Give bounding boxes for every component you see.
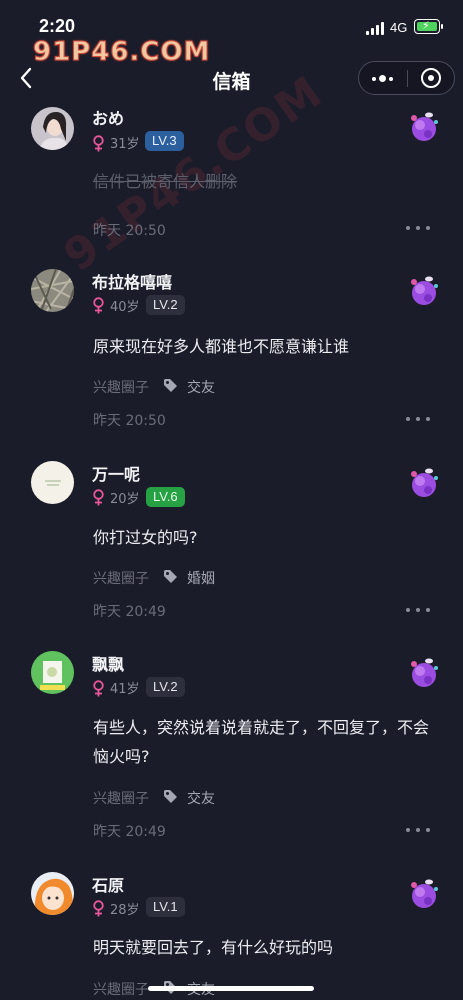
tag-label[interactable]: 交友 <box>187 377 215 397</box>
tag-icon <box>163 569 178 584</box>
username: 万一呢 <box>92 465 141 484</box>
planet-sticker-icon[interactable] <box>405 465 441 501</box>
avatar[interactable] <box>31 651 74 694</box>
mini-program-capsule <box>358 61 455 95</box>
home-indicator <box>148 986 314 991</box>
close-mini-program-icon[interactable] <box>408 62 454 94</box>
avatar[interactable] <box>31 269 74 312</box>
username: おめ <box>92 109 125 128</box>
username: 布拉格嘻嘻 <box>92 273 173 292</box>
age: 20岁 <box>110 492 140 507</box>
level-badge: LV.3 <box>145 131 184 151</box>
circle-label[interactable]: 兴趣圈子 <box>93 979 149 999</box>
more-icon[interactable] <box>406 415 432 425</box>
age: 40岁 <box>110 300 140 315</box>
letter-item[interactable]: 布拉格嘻嘻 40岁 LV.2 原来现在好多人都谁也不愿意谦让谁 兴趣圈子 交友 … <box>0 258 463 438</box>
message-text: 信件已被寄信人删除 <box>93 172 238 191</box>
planet-sticker-icon[interactable] <box>405 273 441 309</box>
planet-sticker-icon[interactable] <box>405 876 441 912</box>
avatar[interactable] <box>31 107 74 150</box>
tag-label[interactable]: 婚姻 <box>187 568 215 588</box>
female-icon <box>92 680 105 697</box>
level-badge: LV.2 <box>146 295 185 315</box>
timestamp: 昨天 20:49 <box>93 824 166 840</box>
message-text: 明天就要回去了，有什么好玩的吗 <box>93 938 334 957</box>
nav-bar: 信箱 <box>0 56 463 100</box>
letter-item[interactable]: おめ 31岁 LV.3 信件已被寄信人删除 昨天 20:50 <box>0 100 463 250</box>
message-text: 有些人，突然说着说着就走了，不回复了，不会恼火吗? <box>93 718 430 766</box>
level-badge: LV.6 <box>146 487 185 507</box>
circle-label[interactable]: 兴趣圈子 <box>93 568 149 588</box>
signal-icon <box>366 22 385 35</box>
female-icon <box>92 900 105 917</box>
more-icon[interactable] <box>406 826 432 836</box>
letter-item[interactable]: 飘飘 41岁 LV.2 有些人，突然说着说着就走了，不回复了，不会恼火吗? 兴趣… <box>0 641 463 851</box>
level-badge: LV.2 <box>146 677 185 697</box>
circle-label[interactable]: 兴趣圈子 <box>93 788 149 808</box>
more-options-icon[interactable] <box>359 62 407 94</box>
message-text: 原来现在好多人都谁也不愿意谦让谁 <box>93 337 350 356</box>
timestamp: 昨天 20:50 <box>93 413 166 429</box>
avatar[interactable] <box>31 872 74 915</box>
more-icon[interactable] <box>406 224 432 234</box>
planet-sticker-icon[interactable] <box>405 109 441 145</box>
tag-icon <box>163 378 178 393</box>
message-text: 你打过女的吗? <box>93 528 198 547</box>
female-icon <box>92 297 105 314</box>
tag-icon <box>163 789 178 804</box>
battery-icon: ⚡ <box>414 19 443 34</box>
circle-label[interactable]: 兴趣圈子 <box>93 377 149 397</box>
avatar[interactable] <box>31 461 74 504</box>
username: 石原 <box>92 876 125 895</box>
timestamp: 昨天 20:50 <box>93 223 166 239</box>
age: 28岁 <box>110 903 140 918</box>
female-icon <box>92 135 105 152</box>
female-icon <box>92 489 105 506</box>
letter-item[interactable]: 石原 28岁 LV.1 明天就要回去了，有什么好玩的吗 兴趣圈子 交友 <box>0 862 463 1000</box>
tag-label[interactable]: 交友 <box>187 788 215 808</box>
more-icon[interactable] <box>406 606 432 616</box>
status-time: 2:20 <box>39 16 76 36</box>
network-label: 4G <box>390 20 408 35</box>
planet-sticker-icon[interactable] <box>405 655 441 691</box>
letter-item[interactable]: 万一呢 20岁 LV.6 你打过女的吗? 兴趣圈子 婚姻 昨天 20:49 <box>0 450 463 630</box>
age: 41岁 <box>110 682 140 697</box>
timestamp: 昨天 20:49 <box>93 604 166 620</box>
username: 飘飘 <box>92 655 125 674</box>
level-badge: LV.1 <box>146 897 185 917</box>
age: 31岁 <box>110 137 140 152</box>
